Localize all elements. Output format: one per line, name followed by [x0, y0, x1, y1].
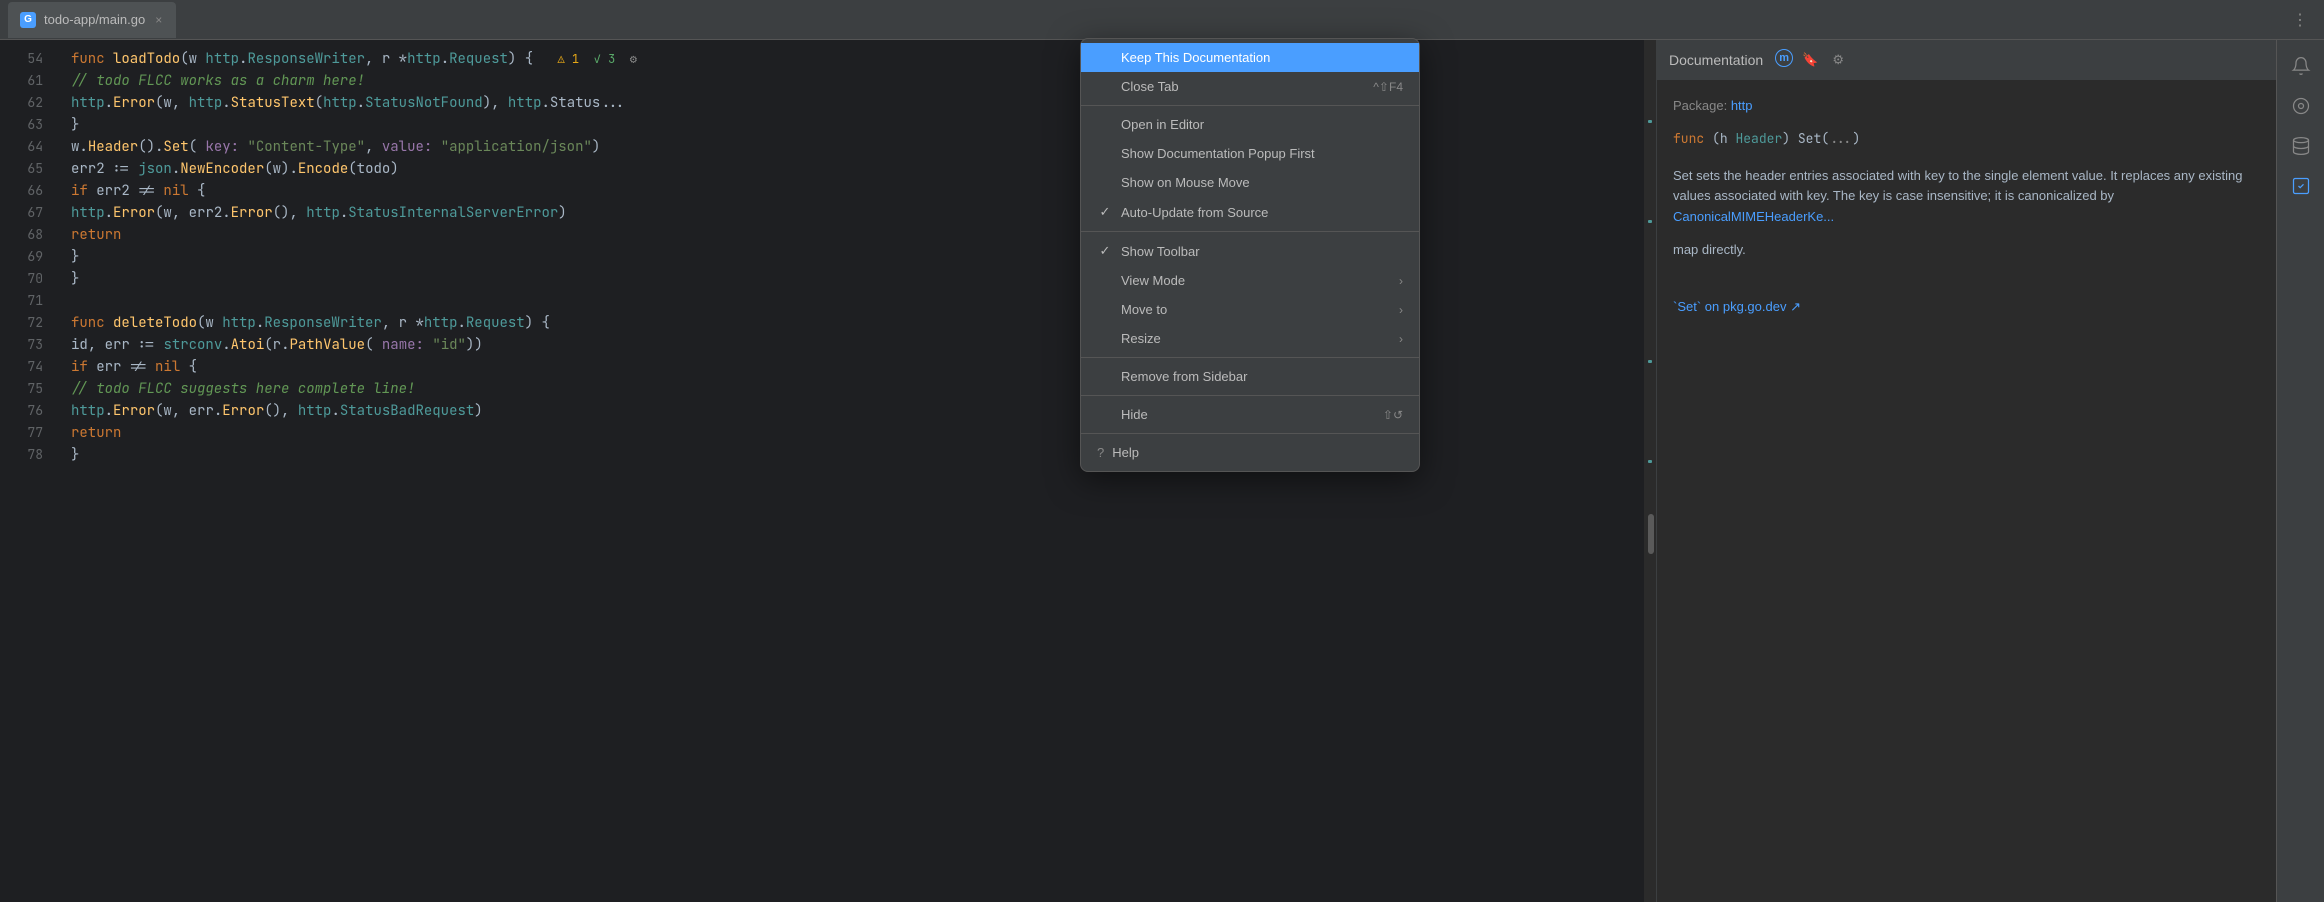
check-space-4 — [1097, 146, 1113, 161]
menu-label-open-editor: Open in Editor — [1121, 117, 1204, 132]
menu-item-remove-sidebar[interactable]: Remove from Sidebar — [1081, 362, 1419, 391]
menu-item-hide[interactable]: Hide ⇧↺ — [1081, 400, 1419, 429]
separator-5 — [1081, 433, 1419, 434]
shortcut-hide: ⇧↺ — [1383, 408, 1403, 422]
menu-label-help: Help — [1112, 445, 1139, 460]
menu-label-view-mode: View Mode — [1121, 273, 1185, 288]
check-space — [1097, 50, 1113, 65]
menu-item-resize[interactable]: Resize › — [1081, 324, 1419, 353]
separator-2 — [1081, 231, 1419, 232]
arrow-view-mode: › — [1399, 274, 1403, 288]
shortcut-close-tab: ^⇧F4 — [1373, 80, 1403, 94]
menu-label-show-doc-popup: Show Documentation Popup First — [1121, 146, 1315, 161]
context-menu: Keep This Documentation Close Tab ^⇧F4 O… — [1080, 38, 1420, 472]
check-space-9 — [1097, 369, 1113, 384]
check-show-toolbar: ✓ — [1097, 243, 1113, 259]
menu-item-show-toolbar[interactable]: ✓ Show Toolbar — [1081, 236, 1419, 266]
separator-1 — [1081, 105, 1419, 106]
arrow-move-to: › — [1399, 303, 1403, 317]
help-icon: ? — [1097, 445, 1104, 460]
check-space-8 — [1097, 331, 1113, 346]
menu-item-open-editor[interactable]: Open in Editor — [1081, 110, 1419, 139]
menu-label-show-mouse-move: Show on Mouse Move — [1121, 175, 1250, 190]
menu-label-close-tab: Close Tab — [1121, 79, 1179, 94]
check-space-7 — [1097, 302, 1113, 317]
menu-item-view-mode[interactable]: View Mode › — [1081, 266, 1419, 295]
arrow-resize: › — [1399, 332, 1403, 346]
check-space-2 — [1097, 79, 1113, 94]
menu-label-move-to: Move to — [1121, 302, 1167, 317]
menu-label-show-toolbar: Show Toolbar — [1121, 244, 1200, 259]
check-space-10 — [1097, 407, 1113, 422]
menu-item-show-doc-popup[interactable]: Show Documentation Popup First — [1081, 139, 1419, 168]
menu-item-help[interactable]: ? Help — [1081, 438, 1419, 467]
menu-label-auto-update: Auto-Update from Source — [1121, 205, 1268, 220]
menu-item-keep-doc[interactable]: Keep This Documentation — [1081, 43, 1419, 72]
context-menu-overlay[interactable]: Keep This Documentation Close Tab ^⇧F4 O… — [0, 0, 2324, 902]
menu-item-close-tab[interactable]: Close Tab ^⇧F4 — [1081, 72, 1419, 101]
check-space-3 — [1097, 117, 1113, 132]
separator-4 — [1081, 395, 1419, 396]
menu-label-hide: Hide — [1121, 407, 1148, 422]
check-space-5 — [1097, 175, 1113, 190]
separator-3 — [1081, 357, 1419, 358]
check-auto-update: ✓ — [1097, 204, 1113, 220]
menu-item-show-mouse-move[interactable]: Show on Mouse Move — [1081, 168, 1419, 197]
menu-label-resize: Resize — [1121, 331, 1161, 346]
menu-label-remove-sidebar: Remove from Sidebar — [1121, 369, 1247, 384]
menu-item-move-to[interactable]: Move to › — [1081, 295, 1419, 324]
menu-label-keep-doc: Keep This Documentation — [1121, 50, 1270, 65]
check-space-6 — [1097, 273, 1113, 288]
menu-item-auto-update[interactable]: ✓ Auto-Update from Source — [1081, 197, 1419, 227]
